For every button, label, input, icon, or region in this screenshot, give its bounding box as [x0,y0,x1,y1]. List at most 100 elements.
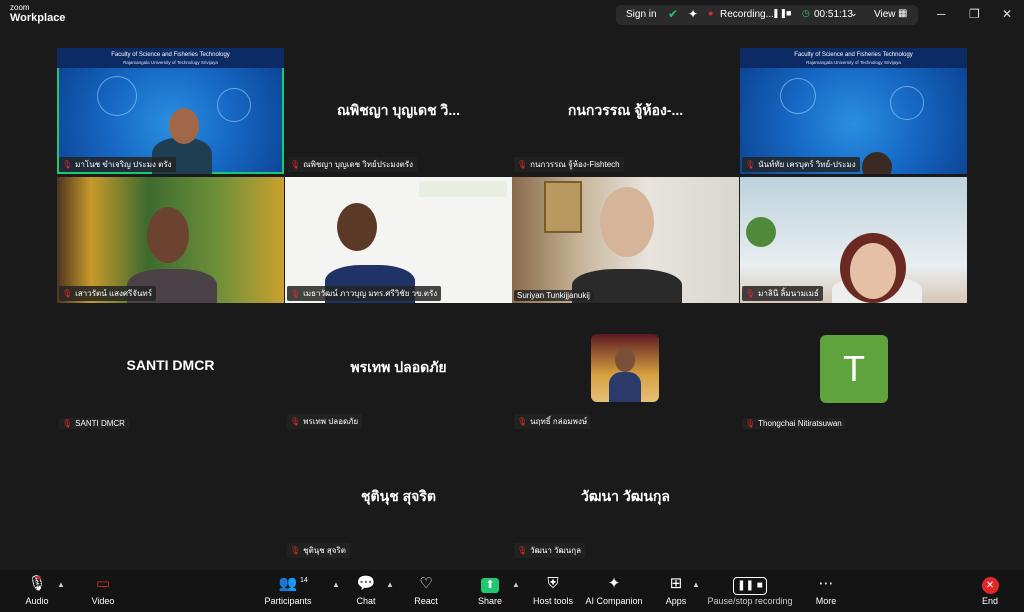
notification-dot: ● [36,572,42,582]
participant-label: 🎙 ณพิชญา บุญเดช วิทย์ประมงตรัง [287,157,417,172]
video-tile-4[interactable]: Faculty of Science and Fisheries Technol… [740,48,967,174]
video-tile-1[interactable]: Faculty of Science and Fisheries Technol… [57,48,284,174]
video-tile-14[interactable]: วัฒนา วัฒนกุล 🎙 วัฒนา วัฒนกุล [512,434,739,560]
sign-in-button[interactable]: Sign in [626,9,657,20]
restore-icon[interactable]: ❐ [969,7,980,21]
recording-status: Recording... [720,9,774,20]
participant-name: เมธาวัฒน์ ภาวบุญ มทร.ศรีวิชัย วข.ตรัง [303,289,438,298]
participant-label: 🎙 เมธาวัฒน์ ภาวบุญ มทร.ศรีวิชัย วข.ตรัง [287,286,442,301]
chat-label: Chat [356,596,376,606]
video-tile-3[interactable]: กนกวรรณ จู้ห้อง-... 🎙 กนกวรรณ จู้ห้อง-Fis… [512,48,739,174]
participant-display-name: SANTI DMCR [126,357,215,373]
participant-name: มาลินี ลิ้มนามเมธ์ [758,289,819,298]
person-head [850,243,896,299]
chat-button[interactable]: 💬 Chat [334,574,398,606]
grid-icon[interactable]: ▦ [898,8,907,19]
participants-label: Participants [264,596,312,606]
chevron-down-icon[interactable]: ⌄ [850,8,858,19]
pause-stop-recording-label: Pause/stop recording [707,596,793,606]
participants-count: 14 [300,577,308,584]
react-label: React [414,596,438,606]
video-button[interactable]: ▭ Video [71,574,135,606]
participant-display-name: พรเทพ ปลอดภัย [350,359,447,375]
video-tile-13[interactable]: ชุตินุช สุจริต 🎙 ชุตินุช สุจริต [285,434,512,560]
video-tile-5[interactable]: 🎙 เสาวรัตน์ แสงศรีจันทร์ [57,177,284,303]
mic-muted-icon: 🎙 [62,419,73,428]
video-tile-9[interactable]: SANTI DMCR 🎙 SANTI DMCR [57,305,284,431]
mic-muted-icon: 🎙 [517,546,528,555]
video-tile-8[interactable]: 🎙 มาลินี ลิ้มนามเมธ์ [740,177,967,303]
react-button[interactable]: ♡ React [394,574,458,606]
participant-name: นฤทธิ์ กล่อมพงษ์ [530,417,588,426]
host-tools-button[interactable]: ⛨ Host tools [521,574,585,606]
participant-label: 🎙 มาลินี ลิ้มนามเมธ์ [742,286,823,301]
minimize-icon[interactable]: ─ [937,7,946,21]
person-head [862,152,892,174]
person-head [169,108,199,144]
person-body [609,372,641,402]
participant-label: 🎙 SANTI DMCR [59,418,129,429]
chat-options-caret[interactable]: ▲ [386,580,394,589]
participant-label: 🎙 ชุตินุช สุจริต [287,543,350,558]
mic-muted-icon: 🎙 [62,289,73,298]
participant-name: Suriyan Tunkijjanukij [517,291,590,300]
share-label: Share [477,596,503,606]
participant-label: 🎙 Thongchai Nitiratsuwan [742,418,846,429]
heart-icon: ♡ [419,575,433,592]
video-tile-12[interactable]: T 🎙 Thongchai Nitiratsuwan [740,305,967,431]
brand-small: zoom [10,3,30,12]
ai-sparkle-icon: ✦ [607,575,621,592]
banner-title: Faculty of Science and Fisheries Technol… [111,52,230,58]
participant-name: ณพิชญา บุญเดช วิทย์ประมงตรัง [303,160,413,169]
video-tile-2[interactable]: ณพิชญา บุญเดช วิ... 🎙 ณพิชญา บุญเดช วิทย์… [285,48,512,174]
end-label: End [981,596,998,606]
ai-companion-label: AI Companion [585,596,643,606]
person-head [147,207,189,263]
ai-companion-button[interactable]: ✦ AI Companion [582,574,646,606]
participant-label: 🎙 นฤทธิ์ กล่อมพงษ์ [514,414,592,429]
framed-portrait [544,181,582,233]
video-tile-11[interactable]: 🎙 นฤทธิ์ กล่อมพงษ์ [512,305,739,431]
audio-options-caret[interactable]: ▲ [57,580,65,589]
participant-name: กนกวรรณ จู้ห้อง-Fishtech [530,160,620,169]
close-icon[interactable]: ✕ [1002,7,1012,21]
app-logo: zoom Workplace [10,4,65,24]
fish-circle [890,86,924,120]
apps-options-caret[interactable]: ▲ [692,580,700,589]
end-button[interactable]: ✕ End [958,574,1022,606]
share-button[interactable]: ⬆ Share [458,574,522,606]
video-tile-10[interactable]: พรเทพ ปลอดภัย 🎙 พรเทพ ปลอดภัย [285,305,512,431]
banner-subtitle: Rajamangala University of Technology Sri… [806,60,901,65]
participant-label: Suriyan Tunkijjanukij [514,290,594,301]
person-head [615,348,635,372]
meeting-timer: 00:51:13 [814,9,853,20]
mic-muted-icon: 🎙 [290,160,301,169]
pause-stop-recording-button[interactable]: ❚❚ ■ Pause/stop recording [705,574,795,606]
mic-muted-icon: 🎙 [290,546,301,555]
participant-label: 🎙 พรเทพ ปลอดภัย [287,414,363,429]
pause-icon[interactable]: ❚❚ [772,8,787,19]
shield-check-icon[interactable]: ✔ [668,7,678,21]
mic-muted-icon: 🎙 [745,289,756,298]
timer-icon: ◷ [802,8,810,18]
fish-circle [97,76,137,116]
person-head [337,203,377,251]
share-options-caret[interactable]: ▲ [512,580,520,589]
participant-display-name: กนกวรรณ จู้ห้อง-... [567,102,684,118]
recording-dot-icon: ● [708,8,714,18]
fish-circle [780,78,816,114]
stop-icon[interactable]: ■ [786,8,791,18]
apps-label: Apps [665,596,687,606]
brand-large: Workplace [10,12,66,24]
ai-sparkle-icon[interactable]: ✦ [688,7,698,21]
video-tile-7[interactable]: Suriyan Tunkijjanukij [512,177,739,303]
more-button[interactable]: ⋯ More [794,574,858,606]
video-tile-6[interactable]: 🎙 เมธาวัฒน์ ภาวบุญ มทร.ศรีวิชัย วข.ตรัง [285,177,512,303]
view-button[interactable]: View [874,9,896,20]
avatar [591,334,659,402]
participants-button[interactable]: 👥 Participants [256,574,320,606]
mic-muted-icon: 🎙 [290,289,301,298]
participant-name: SANTI DMCR [75,419,125,428]
participant-name: พรเทพ ปลอดภัย [303,417,359,426]
apps-button[interactable]: ⊞ Apps [644,574,708,606]
